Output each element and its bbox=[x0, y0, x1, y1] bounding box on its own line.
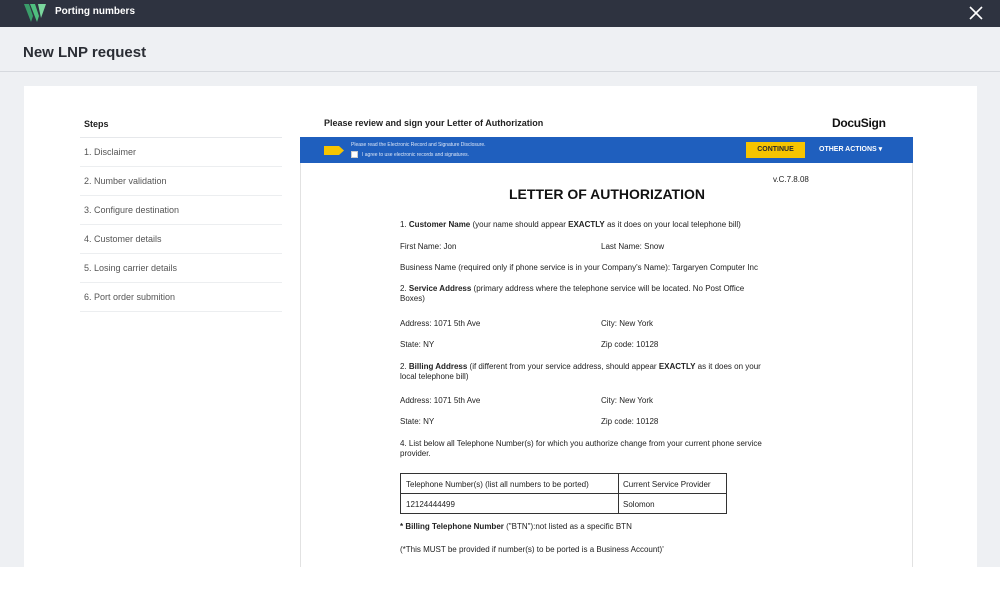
step-customer-details[interactable]: 4. Customer details bbox=[80, 225, 282, 254]
telephone-numbers-table: Telephone Number(s) (list all numbers to… bbox=[400, 473, 727, 514]
service-provider-cell: Solomon bbox=[623, 500, 655, 509]
section-number: 1. bbox=[400, 220, 407, 229]
section-note: (your name should appear bbox=[472, 220, 566, 229]
table-header-row: Telephone Number(s) (list all numbers to… bbox=[401, 474, 726, 494]
section-number: 2. bbox=[400, 284, 407, 293]
continue-button[interactable]: CONTINUE bbox=[746, 142, 805, 158]
docusign-action-bar: Please read the Electronic Record and Si… bbox=[300, 137, 913, 163]
document-heading: Please review and sign your Letter of Au… bbox=[324, 118, 544, 128]
section-billing-address: 2. Billing Address (if different from yo… bbox=[400, 362, 761, 371]
other-actions-menu[interactable]: OTHER ACTIONS ▾ bbox=[819, 145, 882, 153]
docusign-logo: DocuSign bbox=[832, 116, 886, 130]
section-customer-name: 1. Customer Name (your name should appea… bbox=[400, 220, 741, 229]
app-logo-icon bbox=[24, 4, 46, 22]
section-note: ("BTN"):not listed as a specific BTN bbox=[506, 522, 632, 531]
billing-state: State: NY bbox=[400, 417, 435, 426]
section-title: Service Address bbox=[408, 284, 472, 293]
steps-title: Steps bbox=[80, 112, 282, 138]
section-note: (if different from your service address,… bbox=[469, 362, 657, 371]
table-header: Telephone Number(s) (list all numbers to… bbox=[406, 480, 589, 489]
emphasis-text: EXACTLY bbox=[568, 220, 605, 229]
document-version: v.C.7.8.08 bbox=[773, 175, 809, 184]
service-city: City: New York bbox=[601, 319, 654, 328]
agree-checkbox-label: I agree to use electronic records and si… bbox=[362, 152, 470, 158]
billing-address: Address: 1071 5th Ave bbox=[400, 396, 481, 405]
step-disclaimer[interactable]: 1. Disclaimer bbox=[80, 138, 282, 167]
bottom-area bbox=[0, 567, 1000, 598]
section-number: 2. bbox=[400, 362, 407, 371]
section-service-address: 2. Service Address (primary address wher… bbox=[400, 284, 744, 293]
required-marker: * bbox=[400, 522, 404, 531]
step-port-order-submission[interactable]: 6. Port order submition bbox=[80, 283, 282, 312]
billing-city: City: New York bbox=[601, 396, 654, 405]
section-note-continued: local telephone bill) bbox=[400, 372, 469, 381]
section-note: as it does on your bbox=[697, 362, 761, 371]
section-note: as it does on your local telephone bill) bbox=[606, 220, 741, 229]
business-name: Business Name (required only if phone se… bbox=[400, 263, 758, 272]
section-title: Customer Name bbox=[408, 220, 471, 229]
service-zip: Zip code: 10128 bbox=[601, 340, 659, 349]
agree-checkbox[interactable] bbox=[351, 151, 358, 158]
section-telephone-numbers: 4. List below all Telephone Number(s) fo… bbox=[400, 439, 762, 448]
table-row: 12124444499 Solomon bbox=[401, 494, 726, 514]
letter-title: LETTER OF AUTHORIZATION bbox=[509, 186, 705, 202]
table-divider bbox=[618, 494, 619, 514]
emphasis-text: EXACTLY bbox=[658, 362, 696, 371]
close-icon[interactable] bbox=[966, 3, 986, 23]
service-address: Address: 1071 5th Ave bbox=[400, 319, 481, 328]
section-note-continued: Boxes) bbox=[400, 294, 425, 303]
section-title: Billing Telephone Number bbox=[405, 522, 504, 531]
table-divider bbox=[618, 474, 619, 494]
step-losing-carrier-details[interactable]: 5. Losing carrier details bbox=[80, 254, 282, 283]
page-title: New LNP request bbox=[23, 44, 147, 61]
top-bar: Porting numbers bbox=[0, 0, 1000, 27]
section-title: Billing Address bbox=[408, 362, 468, 371]
disclosure-notice[interactable]: Please read the Electronic Record and Si… bbox=[351, 142, 486, 148]
step-configure-destination[interactable]: 3. Configure destination bbox=[80, 196, 282, 225]
service-state: State: NY bbox=[400, 340, 435, 349]
billing-telephone-number: * Billing Telephone Number ("BTN"):not l… bbox=[400, 522, 632, 531]
arrow-tag-icon bbox=[324, 146, 344, 155]
first-name: First Name: Jon bbox=[400, 242, 457, 251]
btn-footnote: (*This MUST be provided if number(s) to … bbox=[400, 545, 664, 554]
section-note-continued: provider. bbox=[400, 449, 431, 458]
last-name: Last Name: Snow bbox=[601, 242, 665, 251]
billing-zip: Zip code: 10128 bbox=[601, 417, 659, 426]
section-note: (primary address where the telephone ser… bbox=[473, 284, 745, 293]
steps-sidebar: Steps 1. Disclaimer 2. Number validation… bbox=[80, 112, 282, 312]
step-number-validation[interactable]: 2. Number validation bbox=[80, 167, 282, 196]
letter-document: v.C.7.8.08 LETTER OF AUTHORIZATION 1. Cu… bbox=[300, 163, 913, 567]
telephone-number-cell: 12124444499 bbox=[406, 500, 455, 509]
page-header: New LNP request bbox=[0, 27, 1000, 72]
app-title: Porting numbers bbox=[55, 6, 136, 17]
table-header: Current Service Provider bbox=[623, 480, 711, 489]
